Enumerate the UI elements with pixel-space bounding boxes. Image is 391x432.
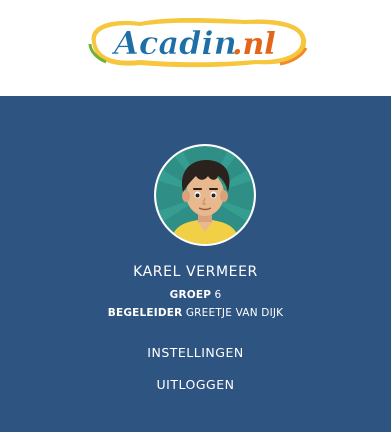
group-label: GROEP <box>169 289 212 301</box>
profile-panel: KAREL VERMEER GROEP 6 BEGELEIDER GREETJE… <box>0 96 391 432</box>
mentor-info: BEGELEIDER GREETJE VAN DIJK <box>0 307 391 319</box>
user-name: KAREL VERMEER <box>133 264 258 280</box>
header: Acadin .nl <box>0 0 391 96</box>
mentor-value: GREETJE VAN DIJK <box>185 307 284 319</box>
logo-text-main: Acadin <box>111 24 237 62</box>
logout-link[interactable]: UITLOGGEN <box>0 377 391 392</box>
group-info: GROEP 6 <box>0 289 391 301</box>
mentor-label: BEGELEIDER <box>107 307 183 319</box>
page: Acadin .nl KAREL VERMEER GROEP 6 BEGELEI… <box>0 0 391 432</box>
logo-text-suffix: .nl <box>232 27 276 62</box>
settings-link[interactable]: INSTELLINGEN <box>0 345 391 360</box>
acadin-logo[interactable]: Acadin .nl <box>80 10 312 72</box>
group-value: 6 <box>214 289 222 301</box>
avatar <box>154 144 256 246</box>
boy-avatar-icon <box>156 146 254 244</box>
